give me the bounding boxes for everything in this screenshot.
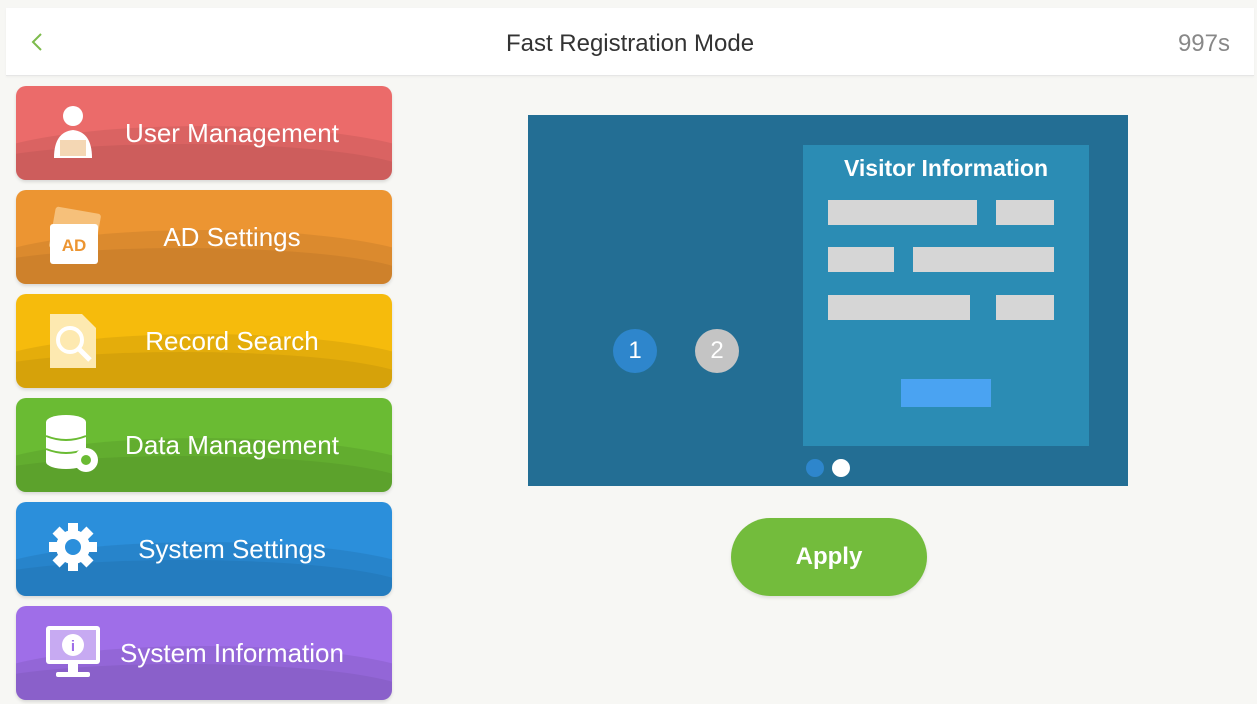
countdown-timer: 997s — [1177, 30, 1230, 57]
visitor-panel-title: Visitor Information — [843, 155, 1049, 181]
step-indicator-1: 1 — [613, 329, 657, 373]
menu-item-record-search[interactable]: Record Search — [16, 294, 392, 388]
menu-item-label: User Management — [125, 117, 339, 148]
svg-text:i: i — [71, 638, 75, 655]
apply-button[interactable]: Apply — [731, 518, 927, 596]
menu-item-user-management[interactable]: User Management — [16, 86, 392, 180]
form-submit-placeholder — [901, 379, 991, 407]
menu-item-system-information[interactable]: i System Information — [16, 606, 392, 700]
form-field-placeholder — [996, 200, 1054, 225]
menu-item-system-settings[interactable]: System Settings — [16, 502, 392, 596]
database-gear-icon — [45, 415, 98, 472]
menu-item-ad-settings[interactable]: AD AD Settings — [16, 190, 392, 284]
menu-item-label: System Information — [120, 637, 344, 668]
registration-preview: 1 2 Visitor Information — [528, 115, 1128, 486]
page-indicator-dot-active[interactable] — [832, 459, 850, 477]
menu-item-data-management[interactable]: Data Management — [16, 398, 392, 492]
monitor-info-icon: i — [46, 626, 100, 677]
user-icon — [54, 106, 92, 158]
form-field-placeholder — [828, 200, 977, 225]
form-field-placeholder — [913, 247, 1054, 272]
top-bar: Fast Registration Mode 997s — [6, 8, 1254, 76]
page-indicator-dot[interactable] — [806, 459, 824, 477]
gear-icon — [49, 523, 97, 571]
form-field-placeholder — [828, 247, 894, 272]
form-field-placeholder — [828, 295, 970, 320]
menu-item-label: Record Search — [145, 325, 319, 356]
step-indicator-2: 2 — [695, 329, 739, 373]
form-field-placeholder — [996, 295, 1054, 320]
menu-item-label: AD Settings — [163, 221, 301, 252]
page-title: Fast Registration Mode — [505, 30, 755, 57]
main-menu: User Management AD AD Settings Record Se… — [16, 86, 392, 704]
menu-item-label: Data Management — [125, 429, 339, 460]
magnifier-icon — [50, 314, 96, 368]
svg-text:AD: AD — [62, 236, 87, 255]
visitor-information-panel: Visitor Information — [803, 145, 1089, 446]
menu-item-label: System Settings — [138, 533, 326, 564]
ad-icon: AD — [49, 206, 101, 264]
